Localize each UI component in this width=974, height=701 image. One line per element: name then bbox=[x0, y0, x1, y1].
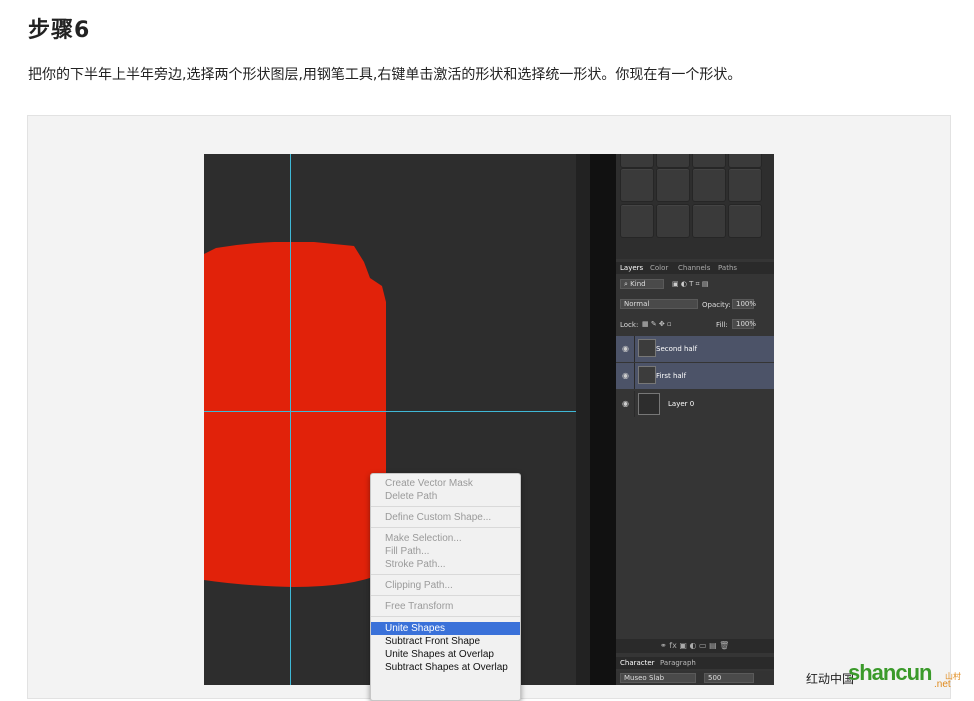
menu-item-stroke-path[interactable]: Stroke Path... bbox=[371, 558, 520, 571]
menu-item-delete-path[interactable]: Delete Path bbox=[371, 490, 520, 503]
step-title: 步骤6 bbox=[28, 18, 91, 43]
visibility-eye-icon[interactable]: ◉ bbox=[622, 344, 629, 353]
visibility-eye-icon[interactable]: ◉ bbox=[622, 371, 629, 380]
right-panels: Layers Color Channels Paths ⌕ Kind ▣ ◐ T… bbox=[616, 154, 774, 685]
tab-paths[interactable]: Paths bbox=[718, 264, 737, 272]
filter-kind-select[interactable]: ⌕ Kind bbox=[620, 279, 664, 289]
layers-bottom-toolbar: ⚭ fx ▣ ◐ ▭ ▤ 🗑 bbox=[616, 639, 774, 653]
font-weight-select[interactable]: 500 bbox=[704, 673, 754, 683]
path-context-menu: Create Vector Mask Delete Path Define Cu… bbox=[370, 473, 521, 701]
layer-name: First half bbox=[656, 372, 687, 380]
filter-icons[interactable]: ▣ ◐ T ⌗ ▤ bbox=[672, 280, 708, 289]
menu-item-clipping-path[interactable]: Clipping Path... bbox=[371, 579, 520, 592]
menu-item-unite-shapes-at-overlap[interactable]: Unite Shapes at Overlap bbox=[371, 648, 520, 661]
lock-row: Lock: ▦ ✎ ✥ ▫ Fill: 100% bbox=[616, 318, 774, 332]
menu-item-subtract-shapes-at-overlap[interactable]: Subtract Shapes at Overlap bbox=[371, 661, 520, 674]
menu-item-free-transform[interactable]: Free Transform bbox=[371, 600, 520, 613]
layer-name: Layer 0 bbox=[668, 400, 695, 408]
tab-channels[interactable]: Channels bbox=[678, 264, 710, 272]
character-font-row: Museo Slab 500 bbox=[616, 671, 774, 685]
tab-paragraph[interactable]: Paragraph bbox=[660, 659, 696, 667]
vertical-guide bbox=[290, 154, 291, 685]
layer-row-first-half[interactable]: ◉ First half bbox=[616, 363, 774, 389]
character-tabs: Character Paragraph bbox=[616, 657, 774, 669]
canvas-scroll-edge bbox=[576, 154, 590, 685]
layer-row-layer-0[interactable]: ◉ Layer 0 bbox=[616, 391, 774, 417]
shape-layer-icon bbox=[638, 366, 656, 384]
fill-input[interactable]: 100% bbox=[732, 319, 756, 329]
filter-row: ⌕ Kind ▣ ◐ T ⌗ ▤ bbox=[616, 278, 774, 292]
red-can-shape[interactable] bbox=[204, 242, 386, 587]
tab-layers[interactable]: Layers bbox=[620, 264, 643, 272]
menu-item-fill-path[interactable]: Fill Path... bbox=[371, 545, 520, 558]
lock-icons[interactable]: ▦ ✎ ✥ ▫ bbox=[642, 320, 672, 328]
tab-color[interactable]: Color bbox=[650, 264, 668, 272]
menu-item-make-selection[interactable]: Make Selection... bbox=[371, 532, 520, 545]
tab-character[interactable]: Character bbox=[620, 659, 655, 667]
menu-item-subtract-front-shape[interactable]: Subtract Front Shape bbox=[371, 635, 520, 648]
panel-gutter bbox=[590, 154, 616, 685]
menu-item-unite-shapes[interactable]: Unite Shapes bbox=[371, 622, 520, 635]
filter-kind-label: Kind bbox=[630, 280, 646, 288]
opacity-input[interactable]: 100% bbox=[732, 299, 756, 309]
watermark-suffix: .net bbox=[934, 679, 951, 690]
step-description: 把你的下半年上半年旁边,选择两个形状图层,用钢笔工具,右键单击激活的形状和选择统… bbox=[28, 67, 742, 83]
layer-action-icons[interactable]: ⚭ fx ▣ ◐ ▭ ▤ 🗑 bbox=[660, 641, 729, 650]
styles-grid bbox=[616, 154, 774, 259]
font-family-select[interactable]: Museo Slab bbox=[620, 673, 696, 683]
layer-name: Second half bbox=[656, 345, 698, 353]
shape-layer-icon bbox=[638, 339, 656, 357]
visibility-eye-icon[interactable]: ◉ bbox=[622, 399, 629, 408]
watermark-text: 红动中国 bbox=[806, 672, 855, 686]
opacity-label: Opacity: bbox=[702, 301, 731, 309]
fill-label: Fill: bbox=[716, 321, 728, 329]
menu-item-define-custom-shape[interactable]: Define Custom Shape... bbox=[371, 511, 520, 524]
blend-mode-select[interactable]: Normal bbox=[620, 299, 698, 309]
lock-label: Lock: bbox=[620, 321, 639, 329]
layer-thumbnail bbox=[638, 393, 660, 415]
horizontal-guide bbox=[204, 411, 576, 412]
panel-tabs: Layers Color Channels Paths bbox=[616, 262, 774, 274]
layer-row-second-half[interactable]: ◉ Second half bbox=[616, 336, 774, 362]
blend-row: Normal Opacity: 100% bbox=[616, 298, 774, 312]
watermark-logo: shancun bbox=[848, 660, 932, 685]
menu-item-create-vector-mask[interactable]: Create Vector Mask bbox=[371, 477, 520, 490]
